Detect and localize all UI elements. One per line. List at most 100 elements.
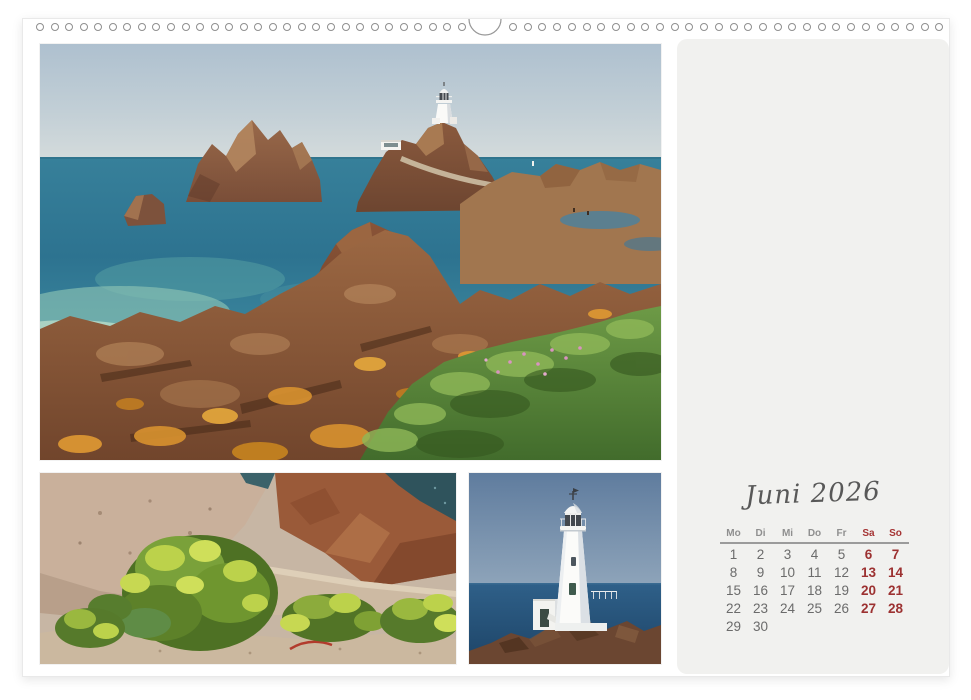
date-cell: 20	[855, 582, 882, 600]
tower-door	[569, 583, 576, 595]
binding-hole-icon	[312, 23, 320, 31]
date-cell: 27	[855, 600, 882, 618]
weekday-label: Fr	[828, 526, 855, 541]
date-cell-empty	[828, 618, 855, 636]
date-cell: 5	[828, 546, 855, 564]
date-cell: 13	[855, 564, 882, 582]
binding-hole-icon	[803, 23, 811, 31]
binding-hole-icon	[744, 23, 752, 31]
binding-hole-icon	[774, 23, 782, 31]
date-cell: 10	[774, 564, 801, 582]
date-cell: 6	[855, 546, 882, 564]
binding-hole-icon	[36, 23, 44, 31]
photo-lighthouse-closeup	[469, 473, 661, 664]
binding-hole-icon	[458, 23, 466, 31]
date-cell: 12	[828, 564, 855, 582]
binding-hole-icon	[627, 23, 635, 31]
binding-hole-icon	[656, 23, 664, 31]
binding-hole-icon	[138, 23, 146, 31]
binding-hole-icon	[847, 23, 855, 31]
calendar-month-title: Juni 2026	[677, 474, 950, 513]
date-cell: 14	[882, 564, 909, 582]
binding-hole-icon	[414, 23, 422, 31]
binding-hole-icon	[429, 23, 437, 31]
date-cell: 18	[801, 582, 828, 600]
date-cell: 3	[774, 546, 801, 564]
binding-hole-icon	[583, 23, 591, 31]
binding-hole-icon	[94, 23, 102, 31]
date-cell: 19	[828, 582, 855, 600]
calendar-header-rule	[720, 542, 909, 544]
binding-hole-icon	[152, 23, 160, 31]
base-platform	[555, 623, 607, 631]
weekday-label: Di	[747, 526, 774, 541]
binding-hole-icon	[400, 23, 408, 31]
date-cell-empty	[855, 618, 882, 636]
binding-hole-icon	[211, 23, 219, 31]
calendar-panel: Juni 2026 MoDiMiDoFrSaSo1234567891011121…	[677, 39, 949, 674]
date-cell: 21	[882, 582, 909, 600]
date-cell: 25	[801, 600, 828, 618]
date-cell: 29	[720, 618, 747, 636]
binding-hole-icon	[109, 23, 117, 31]
binding-hole-icon	[832, 23, 840, 31]
date-cell-empty	[774, 618, 801, 636]
weekday-label: Mo	[720, 526, 747, 541]
date-cell: 17	[774, 582, 801, 600]
gallery	[560, 526, 586, 530]
binding-hole-icon	[298, 23, 306, 31]
date-cell: 11	[801, 564, 828, 582]
cafe-building	[381, 140, 401, 150]
binding-hole-icon	[935, 23, 943, 31]
binding-hole-icon	[196, 23, 204, 31]
binding-hole-icon	[906, 23, 914, 31]
binding-hole-icon	[730, 23, 738, 31]
binding-hole-icon	[715, 23, 723, 31]
binding-hole-icon	[891, 23, 899, 31]
binding-hole-icon	[182, 23, 190, 31]
date-cell: 15	[720, 582, 747, 600]
binding-hole-icon	[509, 23, 517, 31]
date-cell: 22	[720, 600, 747, 618]
binding-hole-icon	[342, 23, 350, 31]
date-cell: 1	[720, 546, 747, 564]
calendar-sheet: Juni 2026 MoDiMiDoFrSaSo1234567891011121…	[22, 18, 950, 677]
binding-hole-icon	[597, 23, 605, 31]
date-cell: 16	[747, 582, 774, 600]
weekday-label: Do	[801, 526, 828, 541]
binding-hole-icon	[862, 23, 870, 31]
binding-hole-icon	[818, 23, 826, 31]
binding-hole-icon	[921, 23, 929, 31]
lighthouse-closeup-illustration	[469, 473, 661, 664]
binding-hole-icon	[524, 23, 532, 31]
date-cell: 26	[828, 600, 855, 618]
binding-hole-icon	[65, 23, 73, 31]
binding-hole-icon	[788, 23, 796, 31]
binding-hole-icon	[371, 23, 379, 31]
binding-hole-icon	[759, 23, 767, 31]
date-cell: 9	[747, 564, 774, 582]
photo-rock-plants	[40, 473, 456, 664]
binding-hole-icon	[225, 23, 233, 31]
weekday-label: Mi	[774, 526, 801, 541]
binding-hole-icon	[443, 23, 451, 31]
sky	[40, 44, 661, 157]
binding-hole-icon	[612, 23, 620, 31]
date-cell: 2	[747, 546, 774, 564]
binding-hole-icon	[700, 23, 708, 31]
coastline-illustration	[40, 44, 661, 460]
date-cell: 8	[720, 564, 747, 582]
binding-hole-icon	[240, 23, 248, 31]
date-cell: 24	[774, 600, 801, 618]
binding-hole-icon	[877, 23, 885, 31]
binding-hole-icon	[80, 23, 88, 31]
weekday-label: Sa	[855, 526, 882, 541]
date-cell: 23	[747, 600, 774, 618]
weekday-label: So	[882, 526, 909, 541]
date-cell: 30	[747, 618, 774, 636]
binding-hole-icon	[538, 23, 546, 31]
binding-hole-icon	[254, 23, 262, 31]
date-cell-empty	[801, 618, 828, 636]
date-cell: 28	[882, 600, 909, 618]
binding-hole-icon	[553, 23, 561, 31]
